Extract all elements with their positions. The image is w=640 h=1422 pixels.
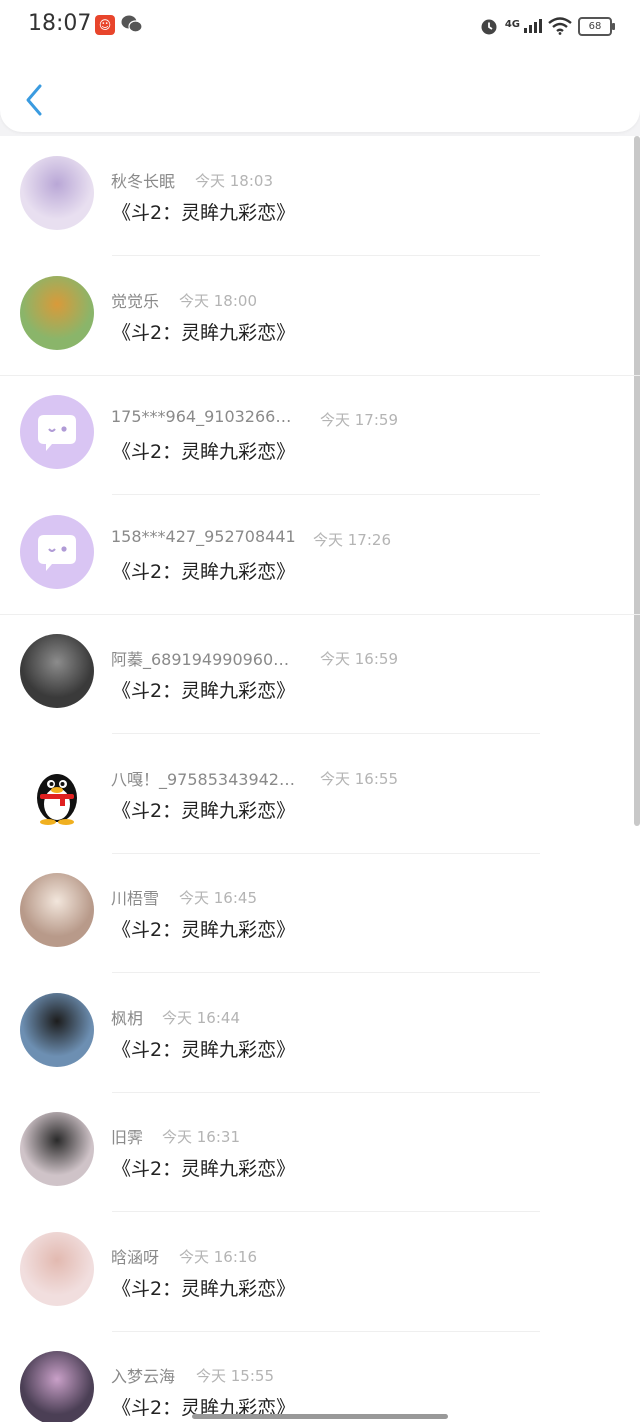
avatar[interactable]: [20, 873, 94, 947]
chat-bubble-icon: [38, 534, 76, 571]
status-time: 18:07: [28, 11, 92, 36]
avatar[interactable]: [20, 992, 94, 1067]
sender-name: 枫枂: [111, 1008, 144, 1028]
avatar[interactable]: [20, 1351, 94, 1422]
avatar[interactable]: [20, 514, 94, 589]
message-time: 今天 16:45: [179, 889, 257, 907]
wifi-icon: [548, 17, 572, 35]
message-text: 《斗2：灵眸九彩恋》: [112, 560, 296, 583]
message-text: 《斗2：灵眸九彩恋》: [112, 1038, 296, 1061]
list-item[interactable]: 川梧雪 今天 16:45 《斗2：灵眸九彩恋》: [0, 853, 640, 973]
list-item[interactable]: 阿蓁_689194990960… 今天 16:59 《斗2：灵眸九彩恋》: [0, 614, 640, 734]
avatar[interactable]: [20, 156, 94, 230]
battery-icon: 68: [578, 16, 615, 36]
list-item[interactable]: 秋冬长眠 今天 18:03 《斗2：灵眸九彩恋》: [0, 136, 640, 256]
app-notification-icon: ☺: [95, 15, 115, 35]
wechat-icon: [121, 15, 143, 33]
message-time: 今天 17:59: [320, 411, 398, 429]
message-text: 《斗2：灵眸九彩恋》: [112, 680, 296, 702]
message-time: 今天 16:55: [320, 769, 398, 788]
message-text: 《斗2：灵眸九彩恋》: [112, 799, 296, 822]
message-time: 今天 18:00: [179, 291, 257, 310]
message-text: 《斗2：灵眸九彩恋》: [112, 441, 296, 463]
sender-name: 175***964_9103266…: [111, 407, 292, 426]
home-indicator[interactable]: [192, 1414, 448, 1419]
list-item[interactable]: 枫枂 今天 16:44 《斗2：灵眸九彩恋》: [0, 973, 640, 1093]
avatar[interactable]: [20, 634, 94, 708]
message-text: 《斗2：灵眸九彩恋》: [112, 202, 296, 224]
sender-name: 入梦云海: [111, 1367, 176, 1386]
sender-name: 158***427_952708441: [111, 526, 296, 546]
avatar[interactable]: [20, 1231, 94, 1306]
avatar[interactable]: [20, 1112, 94, 1186]
list-item[interactable]: 入梦云海 今天 15:55 《斗2：灵眸九彩恋》: [0, 1331, 640, 1422]
alarm-icon: [481, 19, 497, 35]
avatar[interactable]: [20, 275, 94, 350]
back-button[interactable]: [20, 80, 50, 120]
sender-name: 川梧雪: [111, 889, 160, 908]
list-item[interactable]: 旧霁 今天 16:31 《斗2：灵眸九彩恋》: [0, 1092, 640, 1212]
list-item[interactable]: 觉觉乐 今天 18:00 《斗2：灵眸九彩恋》: [0, 256, 640, 376]
message-time: 今天 16:44: [162, 1008, 240, 1027]
message-time: 今天 16:31: [162, 1128, 240, 1146]
sender-name: 旧霁: [111, 1128, 144, 1147]
signal-icon: 4G: [505, 19, 542, 33]
sender-name: 阿蓁_689194990960…: [111, 650, 290, 669]
message-time: 今天 18:03: [195, 172, 273, 190]
list-item[interactable]: 158***427_952708441 今天 17:26 《斗2：灵眸九彩恋》: [0, 495, 640, 615]
sender-name: 觉觉乐: [111, 291, 160, 311]
message-time: 今天 16:16: [179, 1247, 257, 1266]
avatar[interactable]: [20, 753, 94, 828]
sender-name: 八嘎！_97585343942…: [111, 769, 295, 789]
list-item[interactable]: 175***964_9103266… 今天 17:59 《斗2：灵眸九彩恋》: [0, 375, 640, 495]
penguin-icon: [37, 773, 77, 825]
avatar[interactable]: [20, 395, 94, 469]
message-text: 《斗2：灵眸九彩恋》: [112, 1277, 296, 1300]
list-item[interactable]: 晗涵呀 今天 16:16 《斗2：灵眸九彩恋》: [0, 1212, 640, 1332]
status-right: 4G 68: [479, 14, 615, 38]
message-text: 《斗2：灵眸九彩恋》: [112, 919, 296, 941]
header: 18:07 ☺ 4G 68: [0, 0, 640, 132]
message-time: 今天 16:59: [320, 650, 398, 668]
sender-name: 秋冬长眠: [111, 172, 176, 191]
message-list[interactable]: 秋冬长眠 今天 18:03 《斗2：灵眸九彩恋》 觉觉乐 今天 18:00 《斗2：灵眸九…: [0, 136, 640, 1422]
message-time: 今天 17:26: [313, 530, 391, 549]
message-time: 今天 15:55: [196, 1367, 274, 1385]
message-text: 《斗2：灵眸九彩恋》: [112, 321, 296, 344]
chat-bubble-icon: [38, 415, 76, 451]
list-item[interactable]: 八嘎！_97585343942… 今天 16:55 《斗2：灵眸九彩恋》: [0, 734, 640, 854]
message-text: 《斗2：灵眸九彩恋》: [112, 1158, 296, 1180]
status-bar: 18:07 ☺ 4G 68: [0, 0, 640, 52]
sender-name: 晗涵呀: [111, 1247, 160, 1267]
